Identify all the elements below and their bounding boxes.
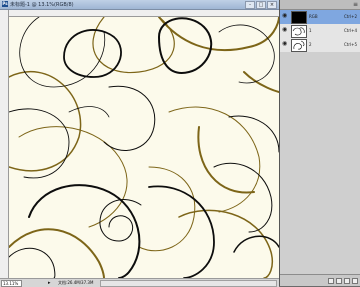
document-window: Ps 未标题-1 @ 13.1%(RGB/8) - □ × 13.11% ▸ 文… xyxy=(0,0,279,287)
ruler-vertical[interactable] xyxy=(0,10,9,278)
panel-menu-icon[interactable]: ≡ xyxy=(353,1,358,8)
mask-icon[interactable] xyxy=(336,277,342,284)
channel-row[interactable]: ◉ 2 Ctrl+5 xyxy=(280,38,360,53)
trash-icon[interactable] xyxy=(352,277,358,284)
channels-panel: ≡ ◉ RGB Ctrl+2 ◉ 1 Ctrl+4 ◉ 2 Ctrl+5 xyxy=(279,0,360,286)
maximize-button[interactable]: □ xyxy=(256,1,266,9)
new-layer-icon[interactable] xyxy=(344,277,350,284)
ps-doc-icon: Ps xyxy=(2,1,8,7)
thumbnail-pattern xyxy=(292,27,305,36)
eye-icon[interactable]: ◉ xyxy=(282,13,288,19)
panel-empty-area xyxy=(280,52,360,274)
channel-row[interactable]: ◉ 1 Ctrl+4 xyxy=(280,24,360,39)
channel-row[interactable]: ◉ RGB Ctrl+2 xyxy=(280,10,360,25)
channel-thumbnail xyxy=(291,25,307,38)
document-titlebar[interactable]: Ps 未标题-1 @ 13.1%(RGB/8) - □ × xyxy=(0,0,279,10)
eye-icon[interactable]: ◉ xyxy=(282,41,288,47)
close-button[interactable]: × xyxy=(267,1,277,9)
minimize-button[interactable]: - xyxy=(245,1,255,9)
channel-name: 2 xyxy=(309,42,312,47)
eye-icon[interactable]: ◉ xyxy=(282,27,288,33)
channel-thumbnail xyxy=(291,39,307,52)
channel-thumbnail xyxy=(291,11,307,24)
channel-shortcut: Ctrl+5 xyxy=(343,42,357,47)
channel-shortcut: Ctrl+4 xyxy=(343,28,357,33)
swirl-pattern-artwork xyxy=(9,17,279,278)
canvas[interactable] xyxy=(9,17,279,278)
panel-bottom-bar xyxy=(280,274,360,286)
document-info: 文档:26.4M/37.3M xyxy=(58,280,94,285)
channel-name: RGB xyxy=(309,14,318,19)
panel-tab-strip[interactable]: ≡ xyxy=(280,0,360,10)
status-menu-arrow[interactable]: ▸ xyxy=(48,280,54,286)
new-channel-icon[interactable] xyxy=(328,277,334,284)
channel-name: 1 xyxy=(309,28,312,33)
thumbnail-pattern xyxy=(293,40,305,50)
channel-shortcut: Ctrl+2 xyxy=(343,14,357,19)
document-title: 未标题-1 @ 13.1%(RGB/8) xyxy=(10,2,74,8)
ruler-horizontal[interactable] xyxy=(8,10,279,17)
